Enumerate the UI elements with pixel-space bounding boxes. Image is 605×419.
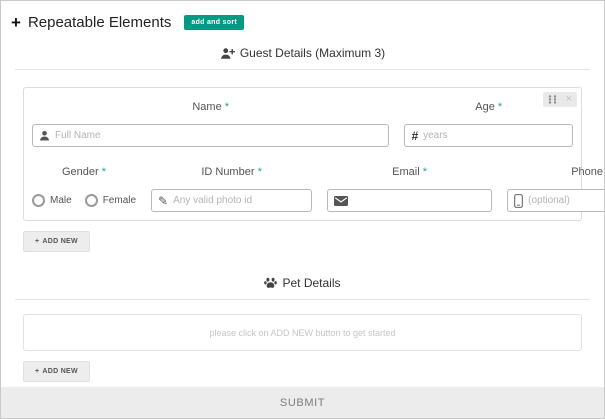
required-mark: *: [257, 166, 262, 178]
pet-empty-card: please click on ADD NEW button to get st…: [23, 314, 582, 351]
gender-radio-row: Male Female: [32, 189, 136, 212]
required-mark: *: [422, 166, 428, 178]
pet-details-title-text: Pet Details: [282, 276, 341, 290]
phone-input-wrap: [507, 189, 604, 212]
mobile-phone-icon: [514, 193, 523, 208]
gender-label-text: Gender: [62, 166, 99, 178]
guest-card: × Name * Age *: [23, 87, 604, 221]
guest-row-2: Gender * Male Female ID Number * ✎ Any v…: [32, 157, 604, 212]
id-number-label-text: ID Number: [201, 166, 255, 178]
guest-add-new-label: ADD NEW: [42, 238, 78, 245]
phone-input[interactable]: [528, 195, 604, 206]
required-mark: *: [224, 101, 230, 113]
radio-circle-icon: [84, 194, 98, 207]
drag-handle-icon[interactable]: [548, 95, 557, 104]
email-field-group: Email *: [327, 157, 493, 212]
gender-field-group: Gender * Male Female: [32, 157, 136, 212]
gender-label: Gender *: [32, 166, 136, 178]
email-input-wrap: [327, 189, 493, 212]
header: + Repeatable Elements add and sort: [1, 1, 604, 31]
name-label: Name *: [32, 101, 389, 113]
id-number-input-wrap: ✎: [151, 189, 313, 212]
page-title: Repeatable Elements: [27, 14, 172, 31]
required-mark: *: [497, 101, 503, 113]
id-number-input[interactable]: [173, 195, 306, 206]
plus-icon: +: [35, 238, 40, 245]
id-number-label: ID Number *: [151, 166, 312, 178]
card-tools: ×: [542, 92, 577, 107]
age-input-wrap: #: [404, 124, 573, 147]
guest-details-title-text: Guest Details (Maximum 3): [239, 46, 386, 60]
plus-icon: +: [11, 13, 21, 32]
pen-icon: ✎: [158, 193, 169, 208]
name-input[interactable]: [55, 130, 383, 141]
id-number-field-group: ID Number * ✎: [151, 157, 313, 212]
guest-row-1: Name * Age * #: [32, 92, 573, 147]
plus-icon: +: [35, 368, 40, 375]
divider: [15, 299, 590, 300]
close-icon[interactable]: ×: [566, 94, 572, 105]
pet-empty-text: please click on ADD NEW button to get st…: [209, 327, 396, 338]
required-mark: *: [101, 166, 107, 178]
person-add-icon: [220, 47, 235, 59]
add-and-sort-badge: add and sort: [184, 15, 244, 30]
phone-label-text: Phone: [571, 166, 604, 178]
gender-male-radio[interactable]: Male: [32, 194, 72, 207]
gender-male-label: Male: [50, 195, 72, 206]
envelope-icon: [334, 195, 349, 206]
email-label: Email *: [327, 166, 492, 178]
gender-female-label: Female: [102, 195, 137, 206]
phone-field-group: Phone: [507, 157, 604, 212]
paw-icon: [264, 277, 278, 289]
pet-details-section-title: Pet Details: [1, 276, 604, 290]
guest-add-new-button[interactable]: + ADD NEW: [23, 231, 90, 252]
email-label-text: Email: [392, 166, 420, 178]
name-field-group: Name *: [32, 92, 390, 147]
submit-button[interactable]: SUBMIT: [1, 387, 604, 418]
age-input[interactable]: [423, 130, 566, 141]
age-label-text: Age: [475, 101, 495, 113]
pet-add-new-label: ADD NEW: [42, 368, 78, 375]
name-label-text: Name: [192, 101, 222, 113]
hash-icon: #: [411, 128, 419, 143]
person-icon: [39, 130, 50, 141]
radio-circle-icon: [32, 194, 45, 207]
phone-label: Phone: [507, 166, 604, 178]
repeatable-elements-widget: + Repeatable Elements add and sort Guest…: [0, 0, 605, 419]
email-input[interactable]: [353, 195, 486, 206]
pet-add-new-button[interactable]: + ADD NEW: [23, 361, 90, 382]
name-input-wrap: [32, 124, 390, 147]
guest-details-section-title: Guest Details (Maximum 3): [1, 46, 604, 60]
divider: [15, 69, 590, 70]
gender-female-radio[interactable]: Female: [84, 194, 137, 207]
